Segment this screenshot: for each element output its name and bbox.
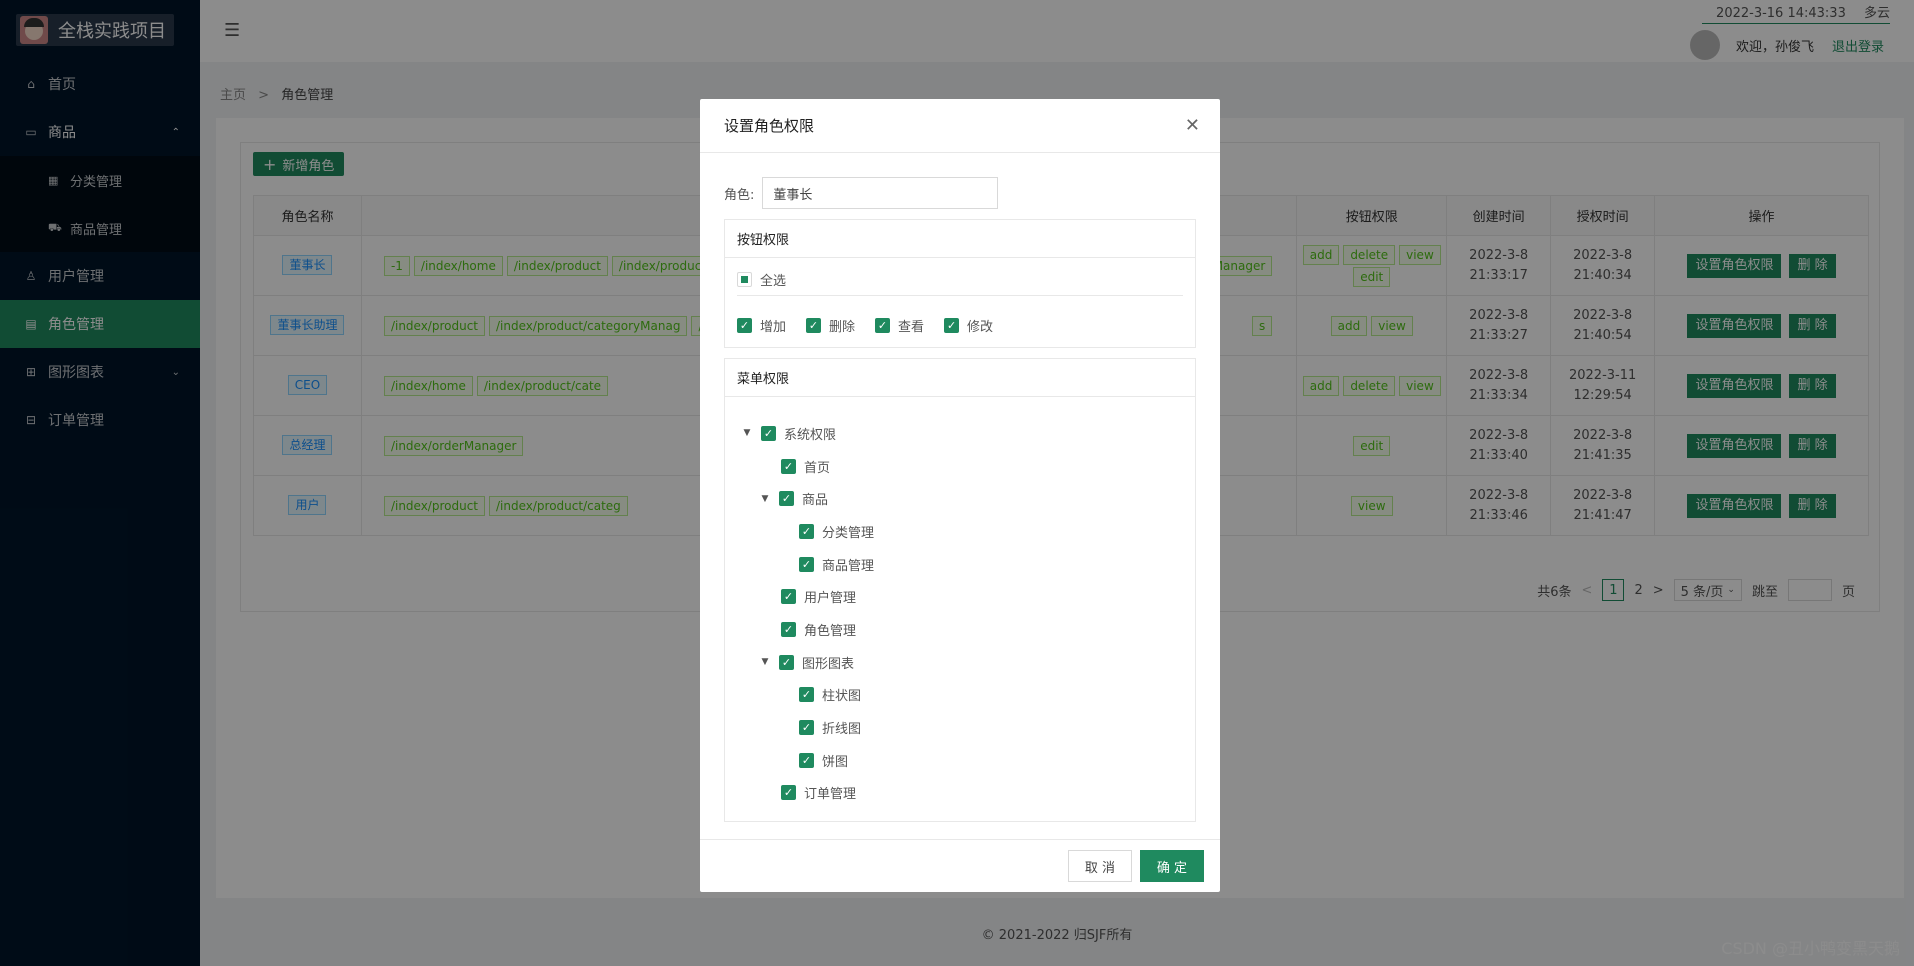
check-icon: ✓ xyxy=(875,318,891,333)
caret-down-icon[interactable]: ▼ xyxy=(759,657,771,667)
tree-node-label: 分类管理 xyxy=(822,525,875,541)
tree-node-label: 商品管理 xyxy=(822,558,875,574)
tree-node-label: 系统权限 xyxy=(784,427,837,443)
tree-node-label: 首页 xyxy=(804,460,831,476)
select-all-checkbox[interactable]: 全选 xyxy=(725,258,1195,295)
permission-tree: ▼ ✓ 系统权限 ✓ 首页 ▼ ✓ 商品 ✓ 分类管理 ✓ 商品管理 ✓ 用户管理 ✓ 角色管理 … xyxy=(725,397,1195,821)
tree-node-label: 柱状图 xyxy=(822,689,862,705)
tree-node-label: 商品 xyxy=(802,493,829,509)
check-icon[interactable]: ✓ xyxy=(799,720,814,736)
tree-node-label: 用户管理 xyxy=(804,591,857,607)
tree-node-bar-chart[interactable]: ✓ 柱状图 xyxy=(725,679,1195,712)
tree-node-label: 饼图 xyxy=(822,754,849,770)
cancel-button[interactable]: 取 消 xyxy=(1068,850,1132,882)
check-icon[interactable]: ✓ xyxy=(799,556,814,572)
role-input[interactable]: 董事长 xyxy=(762,177,999,209)
tree-node-label: 图形图表 xyxy=(802,656,855,672)
check-icon[interactable]: ✓ xyxy=(799,523,814,539)
check-icon: ✓ xyxy=(806,318,822,333)
check-icon[interactable]: ✓ xyxy=(799,687,814,703)
menu-perm-box: 菜单权限 ▼ ✓ 系统权限 ✓ 首页 ▼ ✓ 商品 ✓ 分类管理 ✓ 商品管理 ✓ 用户管理 ✓… xyxy=(724,358,1196,823)
check-icon[interactable]: ✓ xyxy=(781,458,796,474)
tree-node-user-mgmt[interactable]: ✓ 用户管理 xyxy=(725,580,1195,613)
check-icon[interactable]: ✓ xyxy=(781,785,796,801)
check-icon[interactable]: ✓ xyxy=(761,425,776,441)
check-icon[interactable]: ✓ xyxy=(779,491,794,507)
tree-node-line-chart[interactable]: ✓ 折线图 xyxy=(725,711,1195,744)
perm-label: 删除 xyxy=(829,320,856,335)
tree-node-order-mgmt[interactable]: ✓ 订单管理 xyxy=(725,777,1195,810)
ok-button[interactable]: 确 定 xyxy=(1140,850,1204,882)
tree-node-goods-mgmt[interactable]: ✓ 商品管理 xyxy=(725,548,1195,581)
tree-node-category-mgmt[interactable]: ✓ 分类管理 xyxy=(725,515,1195,548)
tree-node-label: 订单管理 xyxy=(804,787,857,803)
role-row: 角色: 董事长 xyxy=(724,177,1196,209)
check-icon[interactable]: ✓ xyxy=(779,654,794,670)
set-role-permission-dialog: 设置角色权限 ✕ 角色: 董事长 按钮权限 全选 ✓ 增加 ✓ 删除 ✓ 查看 ✓ 修改… xyxy=(700,99,1220,892)
perm-view-checkbox[interactable]: ✓ 查看 xyxy=(875,316,924,335)
modal-footer: 取 消 确 定 xyxy=(700,839,1220,892)
check-icon[interactable]: ✓ xyxy=(799,752,814,768)
perm-label: 增加 xyxy=(760,320,787,335)
perm-add-checkbox[interactable]: ✓ 增加 xyxy=(737,316,786,335)
perm-edit-checkbox[interactable]: ✓ 修改 xyxy=(944,316,993,335)
button-perm-list: ✓ 增加 ✓ 删除 ✓ 查看 ✓ 修改 xyxy=(725,296,1195,347)
check-icon[interactable]: ✓ xyxy=(781,589,796,605)
button-perm-title: 按钮权限 xyxy=(725,220,1195,258)
tree-node-root[interactable]: ▼ ✓ 系统权限 xyxy=(725,417,1195,450)
indeterminate-checkbox-icon xyxy=(737,272,752,287)
close-icon[interactable]: ✕ xyxy=(1185,115,1200,136)
modal-body: 角色: 董事长 按钮权限 全选 ✓ 增加 ✓ 删除 ✓ 查看 ✓ 修改 菜单权限 ▼ ✓ 系… xyxy=(724,153,1196,823)
tree-node-home[interactable]: ✓ 首页 xyxy=(725,450,1195,483)
tree-node-goods[interactable]: ▼ ✓ 商品 xyxy=(725,482,1195,515)
check-icon: ✓ xyxy=(737,318,752,333)
button-perm-box: 按钮权限 全选 ✓ 增加 ✓ 删除 ✓ 查看 ✓ 修改 xyxy=(724,219,1196,348)
tree-node-charts[interactable]: ▼ ✓ 图形图表 xyxy=(725,646,1195,679)
caret-down-icon[interactable]: ▼ xyxy=(741,428,753,438)
tree-node-pie-chart[interactable]: ✓ 饼图 xyxy=(725,744,1195,777)
check-icon[interactable]: ✓ xyxy=(781,621,796,637)
caret-down-icon[interactable]: ▼ xyxy=(759,494,771,504)
role-label: 角色: xyxy=(724,187,755,203)
perm-label: 修改 xyxy=(967,320,994,335)
tree-node-label: 折线图 xyxy=(822,722,862,738)
modal-title: 设置角色权限 xyxy=(724,117,815,135)
tree-node-label: 角色管理 xyxy=(804,623,857,639)
select-all-label: 全选 xyxy=(760,274,787,289)
tree-node-role-mgmt[interactable]: ✓ 角色管理 xyxy=(725,613,1195,646)
modal-header: 设置角色权限 ✕ xyxy=(700,99,1220,153)
perm-label: 查看 xyxy=(898,320,925,335)
perm-delete-checkbox[interactable]: ✓ 删除 xyxy=(806,316,855,335)
menu-perm-title: 菜单权限 xyxy=(725,359,1195,397)
check-icon: ✓ xyxy=(944,318,960,333)
